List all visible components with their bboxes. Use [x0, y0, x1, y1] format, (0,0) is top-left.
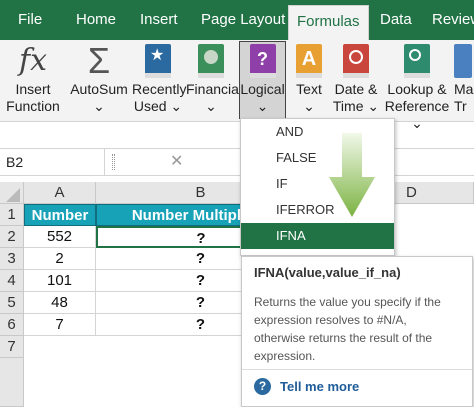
row-header-8[interactable] [0, 358, 24, 407]
arrow-down-icon [329, 133, 375, 217]
table-cell[interactable]: 101 [24, 270, 96, 292]
insert-function-label-1: Insert [15, 81, 51, 97]
logical-label: Logical [240, 81, 285, 97]
math-label-2: Tr [454, 98, 467, 114]
book-math-icon [454, 44, 472, 78]
row-header-1[interactable]: 1 [0, 204, 24, 226]
recently-used-label-1: Recently [132, 81, 187, 97]
financial-button[interactable]: Financial ⌄ [186, 43, 243, 115]
description-line: Returns the value you specify if the [254, 295, 441, 309]
book-star-icon: ★ [145, 44, 171, 78]
logical-functions-menu: AND FALSE IF IFERROR IFNA [240, 118, 395, 256]
description-line: otherwise returns the result of the [254, 331, 433, 345]
text-caret: ⌄ [303, 98, 315, 114]
tell-me-more-link[interactable]: Tell me more [280, 378, 359, 395]
date-time-label-1: Date & [334, 81, 378, 97]
function-description: Returns the value you specify if the exp… [254, 293, 469, 365]
row-header-7[interactable]: 7 [0, 336, 24, 358]
recently-used-label-2: Used ⌄ [133, 98, 183, 114]
autosum-label: AutoSum [70, 81, 128, 97]
name-box[interactable]: B2 [0, 149, 105, 175]
tab-page-layout[interactable]: Page Layout [201, 0, 285, 40]
formula-bar: B2 ✕ [0, 148, 474, 176]
tab-formulas[interactable]: Formulas [288, 5, 369, 40]
row-header-5[interactable]: 5 [0, 292, 24, 314]
book-a-icon: A [296, 44, 322, 78]
text-label: Text [296, 81, 322, 97]
cancel-icon[interactable]: ✕ [170, 149, 183, 175]
insert-function-label-2: Function [6, 98, 60, 114]
math-label-1: Ma [454, 81, 474, 97]
date-time-button[interactable]: Date & Time ⌄ [330, 43, 382, 115]
tab-review[interactable]: Review [432, 0, 474, 40]
sigma-icon: Σ [87, 40, 111, 81]
date-time-label-2: Time ⌄ [332, 98, 380, 114]
math-trig-button[interactable]: Ma Tr [454, 43, 474, 115]
row-header-3[interactable]: 3 [0, 248, 24, 270]
tab-home[interactable]: Home [76, 0, 116, 40]
formula-bar-grip[interactable] [112, 154, 115, 170]
table-cell[interactable]: 2 [24, 248, 96, 270]
logical-button[interactable]: ? Logical ⌄ [239, 41, 286, 119]
row-header-2[interactable]: 2 [0, 226, 24, 248]
text-button[interactable]: A Text ⌄ [290, 43, 328, 115]
header-cell-number[interactable]: Number [24, 204, 96, 226]
financial-caret: ⌄ [205, 98, 217, 114]
tab-data[interactable]: Data [380, 0, 412, 40]
function-tooltip: IFNA(value,value_if_na) Returns the valu… [241, 256, 473, 407]
menu-item-ifna[interactable]: IFNA [241, 223, 394, 249]
help-icon[interactable]: ? [254, 378, 271, 395]
tab-insert[interactable]: Insert [140, 0, 178, 40]
table-cell[interactable]: 552 [24, 226, 96, 248]
function-signature: IFNA(value,value_if_na) [254, 265, 401, 280]
table-cell[interactable]: 48 [24, 292, 96, 314]
description-line: expression resolves to #N/A, [254, 313, 407, 327]
financial-label: Financial [186, 81, 243, 97]
description-line: expression. [254, 349, 316, 363]
logical-caret: ⌄ [256, 98, 269, 114]
column-header-a[interactable]: A [24, 182, 96, 204]
tooltip-divider [242, 369, 472, 370]
row-header-4[interactable]: 4 [0, 270, 24, 292]
lookup-reference-label-1: Lookup & [387, 81, 447, 97]
ribbon-tab-bar: File Home Insert Page Layout Formulas Da… [0, 0, 474, 40]
autosum-caret: ⌄ [93, 98, 105, 114]
insert-function-button[interactable]: fx Insert Function [4, 43, 62, 115]
book-magnifier-icon [404, 44, 430, 78]
recently-used-button[interactable]: ★ Recently Used ⌄ [132, 43, 187, 115]
row-header-6[interactable]: 6 [0, 314, 24, 336]
book-coins-icon [198, 44, 224, 78]
ribbon-panel: fx Insert Function Σ AutoSum ⌄ ★ Recentl… [0, 40, 474, 131]
autosum-button[interactable]: Σ AutoSum ⌄ [68, 43, 130, 115]
tab-file[interactable]: File [18, 0, 42, 40]
book-clock-icon [343, 44, 369, 78]
select-all-corner[interactable] [0, 182, 24, 204]
book-question-icon: ? [249, 44, 276, 78]
fx-icon: fx [18, 43, 48, 78]
table-cell[interactable]: 7 [24, 314, 96, 336]
